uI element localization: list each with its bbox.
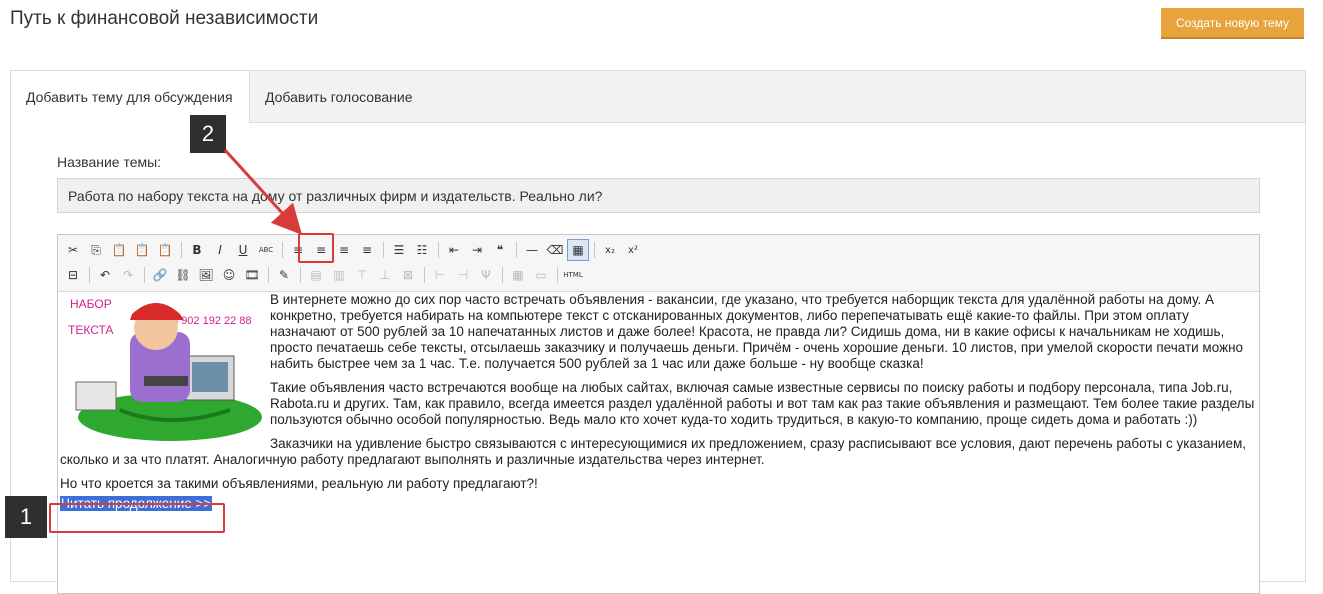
blockquote-icon[interactable]: ❝ [489, 239, 511, 261]
media-icon[interactable]: 🎞 [241, 264, 263, 286]
link-icon[interactable]: 🔗 [149, 264, 171, 286]
toolbar-separator [300, 267, 301, 283]
editor-content[interactable]: НАБОР ТЕКСТА 8 902 192 22 88 В интернете… [60, 292, 1257, 593]
paste-text-icon[interactable]: 📋 [131, 239, 153, 261]
numbered-list-icon[interactable]: ☷ [411, 239, 433, 261]
image-phone: 8 902 192 22 88 [172, 315, 252, 327]
col-delete-icon[interactable]: Ψ [475, 264, 497, 286]
toolbar-separator [594, 242, 595, 258]
page-break-icon[interactable]: ⊟ [62, 264, 84, 286]
table-props-icon[interactable]: ▤ [305, 264, 327, 286]
indent-icon[interactable]: ⇥ [466, 239, 488, 261]
toolbar-separator [557, 267, 558, 283]
outdent-icon[interactable]: ⇤ [443, 239, 465, 261]
superscript-icon[interactable]: x² [622, 239, 644, 261]
paragraph: Но что кроется за такими объявлениями, р… [60, 476, 538, 491]
toolbar-separator [438, 242, 439, 258]
split-cells-icon[interactable]: ▦ [507, 264, 529, 286]
italic-icon[interactable]: I [209, 239, 231, 261]
tab-add-poll[interactable]: Добавить голосование [250, 71, 428, 122]
image-caption-2: ТЕКСТА [68, 323, 113, 337]
cell-props-icon[interactable]: ▥ [328, 264, 350, 286]
html-icon[interactable]: HTML [562, 264, 584, 286]
undo-icon[interactable]: ↶ [94, 264, 116, 286]
article-image: НАБОР ТЕКСТА 8 902 192 22 88 [60, 292, 264, 452]
underline-icon[interactable]: U [232, 239, 254, 261]
toolbar-separator [89, 267, 90, 283]
table-icon[interactable]: ▦ [567, 239, 589, 261]
strikethrough-icon[interactable]: ABC [255, 239, 277, 261]
unlink-icon[interactable]: ⛓ [172, 264, 194, 286]
toolbar-separator [502, 267, 503, 283]
row-delete-icon[interactable]: ⊠ [397, 264, 419, 286]
col-insert-before-icon[interactable]: ⊢ [429, 264, 451, 286]
toolbar-separator [268, 267, 269, 283]
callout-1: 1 [5, 496, 47, 538]
subscript-icon[interactable]: x₂ [599, 239, 621, 261]
paste-word-icon[interactable]: 📋 [154, 239, 176, 261]
edit-icon[interactable]: ✎ [273, 264, 295, 286]
redo-icon[interactable]: ↷ [117, 264, 139, 286]
cut-icon[interactable]: ✂ [62, 239, 84, 261]
bullet-list-icon[interactable]: ☰ [388, 239, 410, 261]
smiley-icon[interactable]: ☺ [218, 264, 240, 286]
toolbar-separator [282, 242, 283, 258]
merge-cells-icon[interactable]: ▭ [530, 264, 552, 286]
image-caption-1: НАБОР [70, 297, 112, 311]
row-insert-before-icon[interactable]: ⊤ [351, 264, 373, 286]
align-right-icon[interactable]: ≡ [333, 239, 355, 261]
create-topic-button[interactable]: Создать новую тему [1161, 8, 1304, 39]
toolbar-row-1: ✂ ⎘ 📋 📋 📋 B I U ABC ≡ ≡ ≡ ≡ ☰ ☷ ⇤ ⇥ ❝ — ⌫ ▦ x₂ x² [62, 238, 645, 262]
align-justify-icon[interactable]: ≡ [356, 239, 378, 261]
row-insert-after-icon[interactable]: ⊥ [374, 264, 396, 286]
topic-title-label: Название темы: [57, 154, 162, 170]
eraser-icon[interactable]: ⌫ [544, 239, 566, 261]
toolbar-separator [181, 242, 182, 258]
copy-icon[interactable]: ⎘ [85, 239, 107, 261]
typist-cartoon-icon: НАБОР ТЕКСТА 8 902 192 22 88 [68, 297, 262, 441]
toolbar-row-2: ⊟ ↶ ↷ 🔗 ⛓ 🖼 ☺ 🎞 ✎ ▤ ▥ ⊤ ⊥ ⊠ ⊢ ⊣ Ψ ▦ ▭ HTML [62, 263, 585, 287]
topic-title-input[interactable] [57, 178, 1260, 213]
toolbar-separator [516, 242, 517, 258]
callout-2: 2 [190, 115, 226, 153]
paste-icon[interactable]: 📋 [108, 239, 130, 261]
rich-text-editor: ✂ ⎘ 📋 📋 📋 B I U ABC ≡ ≡ ≡ ≡ ☰ ☷ ⇤ ⇥ ❝ — ⌫ ▦ x₂ x² ⊟ ↶ ↷ 🔗 ⛓ 🖼 ☺ 🎞 ✎ ▤ ▥ ⊤… [57, 234, 1260, 594]
highlight-read-more [49, 503, 225, 533]
image-icon[interactable]: 🖼 [195, 264, 217, 286]
toolbar-separator [144, 267, 145, 283]
horizontal-rule-icon[interactable]: — [521, 239, 543, 261]
bold-icon[interactable]: B [186, 239, 208, 261]
toolbar-separator [424, 267, 425, 283]
toolbar-separator [383, 242, 384, 258]
editor-toolbar: ✂ ⎘ 📋 📋 📋 B I U ABC ≡ ≡ ≡ ≡ ☰ ☷ ⇤ ⇥ ❝ — ⌫ ▦ x₂ x² ⊟ ↶ ↷ 🔗 ⛓ 🖼 ☺ 🎞 ✎ ▤ ▥ ⊤… [58, 235, 1259, 292]
col-insert-after-icon[interactable]: ⊣ [452, 264, 474, 286]
highlight-align-center [298, 233, 334, 263]
page-title: Путь к финансовой независимости [10, 8, 319, 29]
